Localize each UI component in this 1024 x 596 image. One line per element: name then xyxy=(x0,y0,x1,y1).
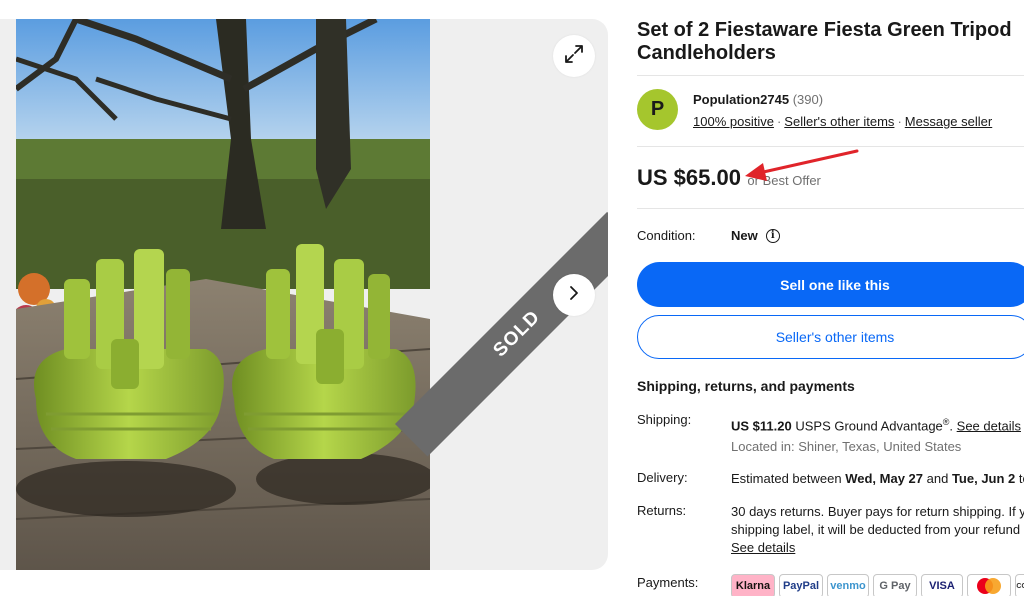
paypal-icon: PayPal xyxy=(779,574,823,596)
sellers-other-items-link[interactable]: Seller's other items xyxy=(784,114,894,129)
sellers-other-items-button[interactable]: Seller's other items xyxy=(637,315,1024,359)
delivery-end: Tue, Jun 2 xyxy=(951,471,1016,486)
separator: · xyxy=(776,114,782,129)
returns-details: See details xyxy=(731,539,795,557)
shipping-service: USPS Ground Advantage xyxy=(795,418,943,434)
delivery-detail: Estimated between Wed, May 27 and Tue, J… xyxy=(731,471,1024,486)
seller-name[interactable]: Population2745 xyxy=(693,92,789,107)
divider xyxy=(637,75,1024,76)
seller-name-row: Population2745 (390) xyxy=(693,92,823,107)
info-icon[interactable]: i xyxy=(765,228,780,243)
delivery-start: Wed, May 27 xyxy=(845,471,923,486)
price: US $65.00 xyxy=(637,165,741,190)
returns-see-details-link[interactable]: See details xyxy=(731,540,795,555)
registered-mark: ® xyxy=(942,417,950,427)
seller-links: 100% positive · Seller's other items · Messa… xyxy=(693,114,992,129)
visa-icon: VISA xyxy=(921,574,963,596)
next-image-button[interactable] xyxy=(553,274,595,316)
seller-feedback-count[interactable]: (390) xyxy=(793,92,823,107)
returns-label: Returns: xyxy=(637,503,687,518)
venmo-icon: venmo xyxy=(827,574,869,596)
shipping-price: US $11.20 xyxy=(731,418,792,434)
payments-label: Payments: xyxy=(637,575,699,590)
expand-image-button[interactable] xyxy=(553,35,595,77)
image-gallery: SOLD xyxy=(0,19,608,570)
chevron-right-icon xyxy=(566,285,582,306)
discover-icon: DISCOVER xyxy=(1015,574,1024,596)
listing-title: Set of 2 Fiestaware Fiesta Green Tripod … xyxy=(637,19,1012,64)
shipping-detail: US $11.20 USPS Ground Advantage®. See de… xyxy=(731,417,1021,434)
seller-avatar[interactable]: P xyxy=(637,89,678,130)
payment-methods: Klarna PayPal venmo G Pay VISA DISCOVER xyxy=(731,574,1024,596)
klarna-icon: Klarna xyxy=(731,574,775,596)
mastercard-icon xyxy=(967,574,1011,596)
divider xyxy=(637,208,1024,209)
returns-line-2: shipping label, it will be deducted from… xyxy=(731,522,1021,537)
condition-label: Condition: xyxy=(637,228,696,243)
message-seller-link[interactable]: Message seller xyxy=(905,114,992,129)
condition-value: New i xyxy=(731,228,780,243)
delivery-label: Delivery: xyxy=(637,470,688,485)
listing-info-panel: Set of 2 Fiestaware Fiesta Green Tripod … xyxy=(637,0,1024,596)
google-pay-icon: G Pay xyxy=(873,574,917,596)
expand-icon xyxy=(563,43,585,70)
separator: · xyxy=(897,114,902,129)
shipping-label: Shipping: xyxy=(637,412,692,427)
returns-line-1: 30 days returns. Buyer pays for return s… xyxy=(731,504,1024,519)
item-location: Located in: Shiner, Texas, United States xyxy=(731,439,962,454)
positive-feedback-link[interactable]: 100% positive xyxy=(693,114,774,129)
shipping-see-details-link[interactable]: See details xyxy=(957,418,1021,433)
annotation-arrow-icon xyxy=(745,149,859,181)
sell-one-like-this-button[interactable]: Sell one like this xyxy=(637,262,1024,307)
shipping-section-heading: Shipping, returns, and payments xyxy=(637,378,855,394)
listing-photo[interactable] xyxy=(16,19,430,570)
condition-text: New xyxy=(731,228,758,243)
